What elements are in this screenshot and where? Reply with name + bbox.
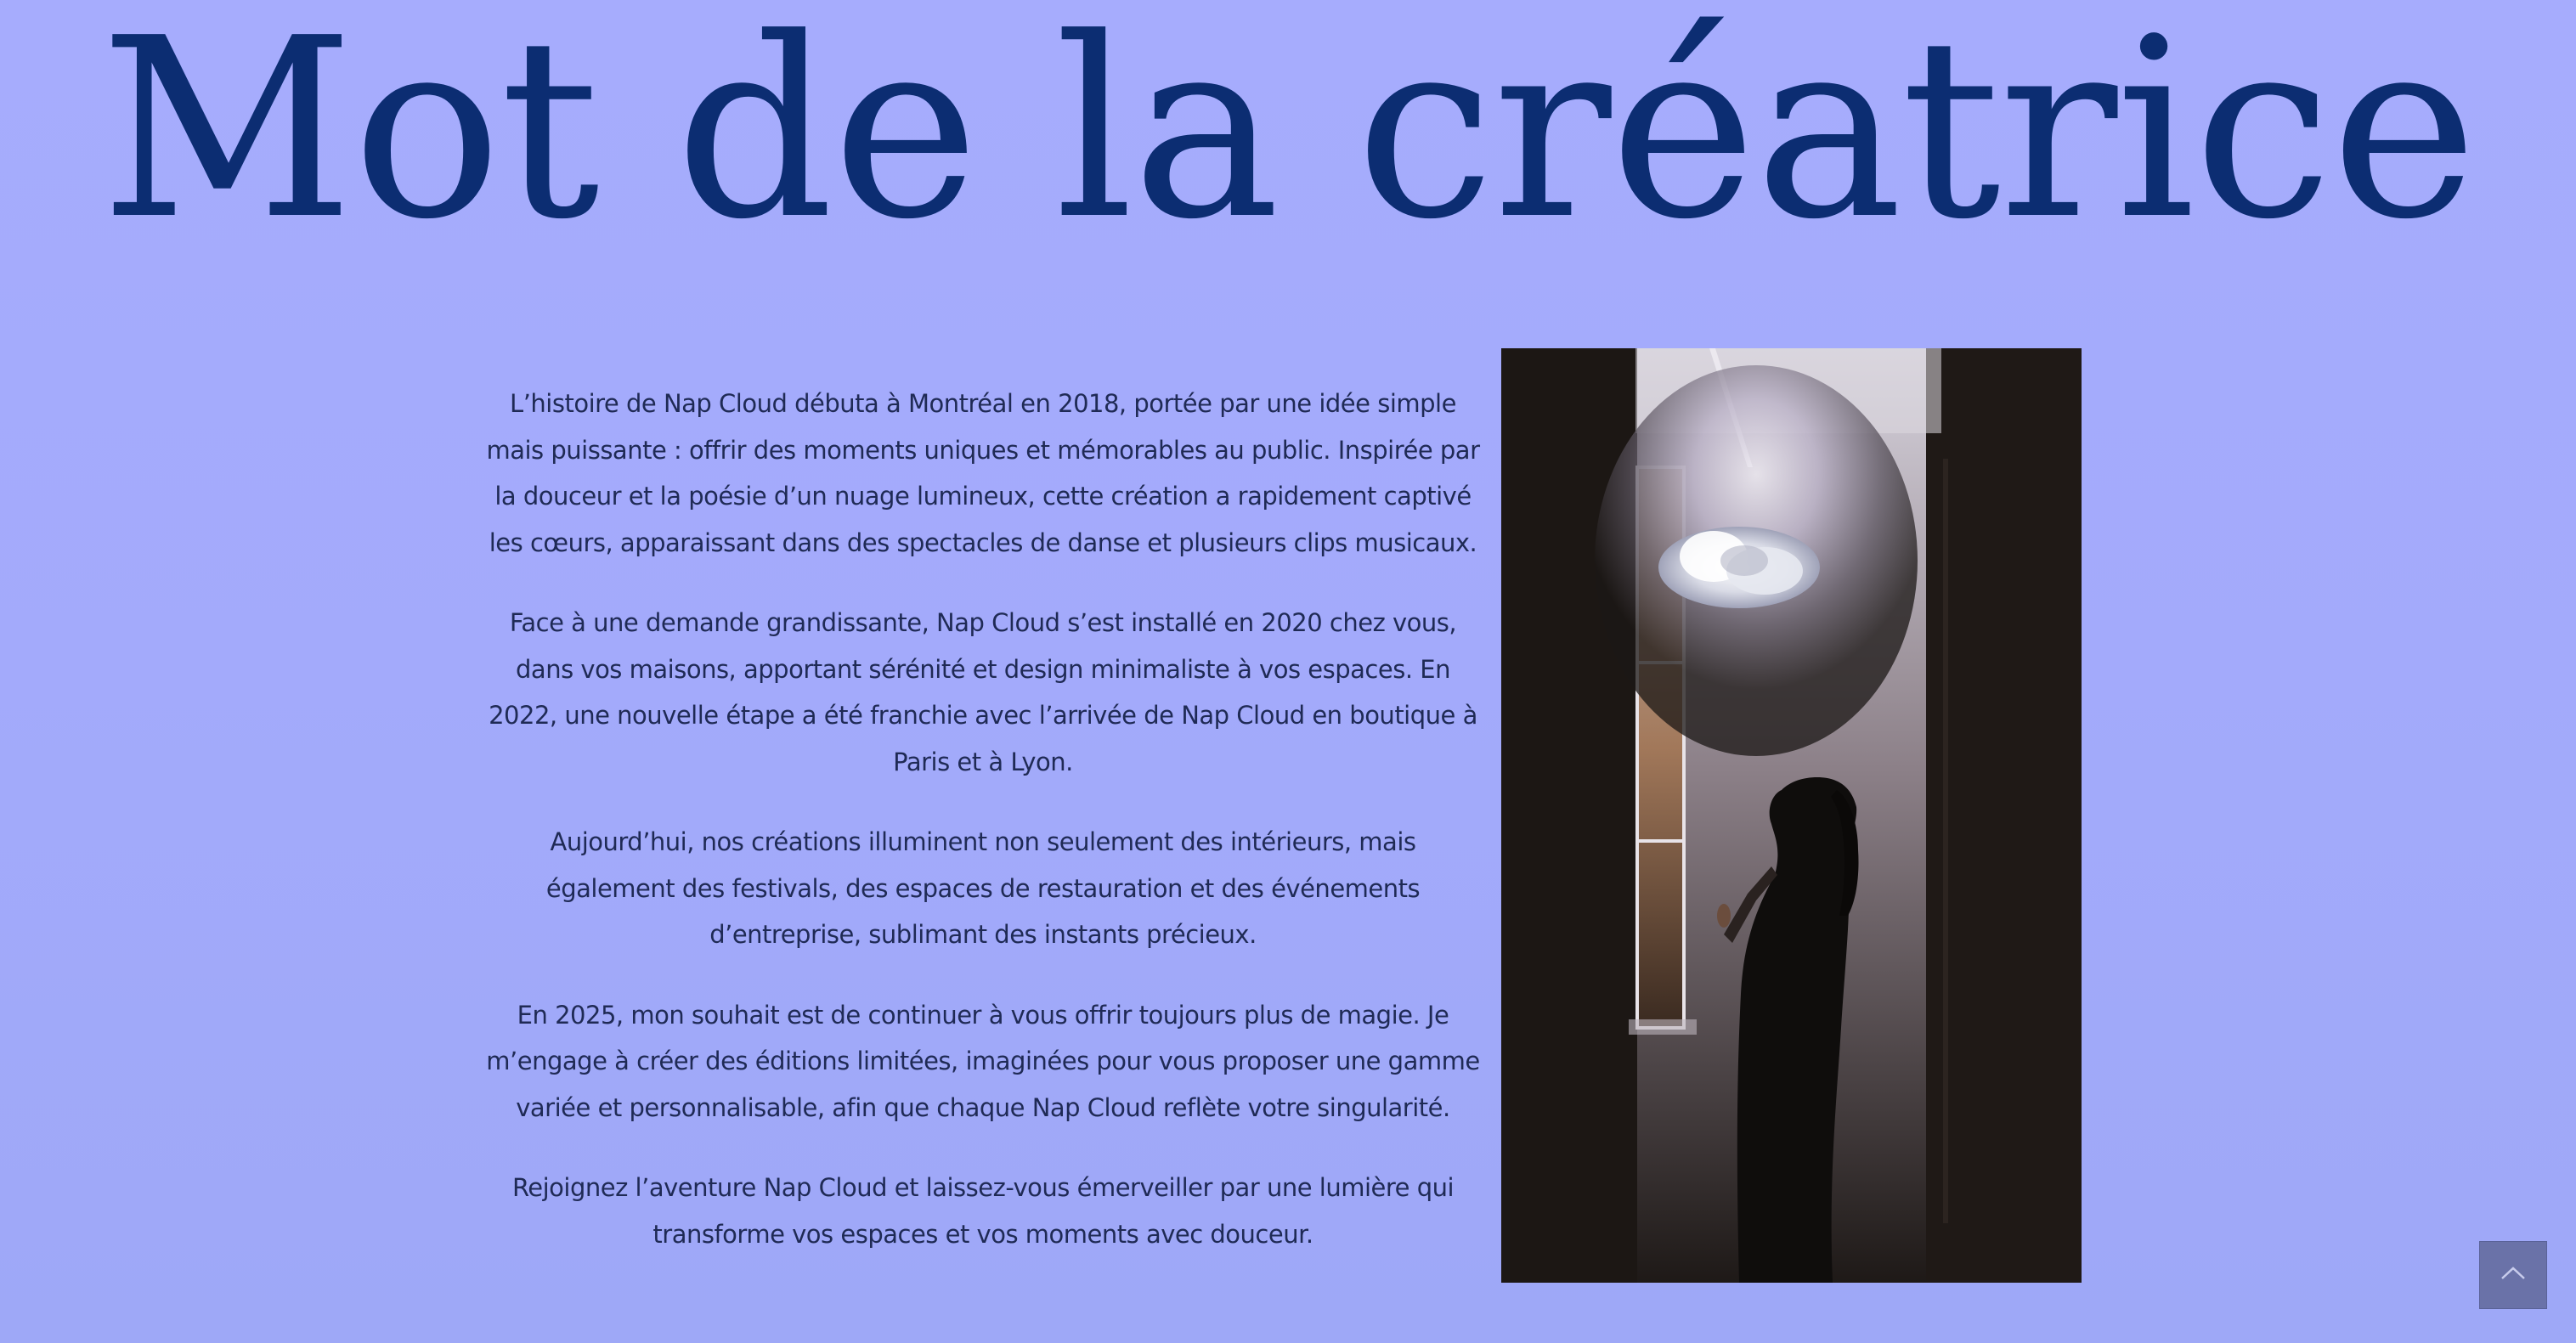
story-text: L’histoire de Nap Cloud débuta à Montréa… bbox=[484, 381, 1482, 1291]
scroll-to-top-button[interactable] bbox=[2479, 1241, 2547, 1309]
story-paragraph: L’histoire de Nap Cloud débuta à Montréa… bbox=[486, 389, 1480, 557]
creator-photo bbox=[1501, 348, 2082, 1283]
story-paragraph: Rejoignez l’aventure Nap Cloud et laisse… bbox=[511, 1173, 1455, 1249]
story-paragraph: Aujourd’hui, nos créations illuminent no… bbox=[545, 827, 1421, 949]
story-paragraph: En 2025, mon souhait est de continuer à … bbox=[486, 1000, 1480, 1122]
story-paragraph: Face à une demande grandissante, Nap Clo… bbox=[489, 608, 1477, 776]
chevron-up-icon bbox=[2499, 1264, 2528, 1286]
page-title: Mot de la créatrice bbox=[99, 0, 2477, 274]
